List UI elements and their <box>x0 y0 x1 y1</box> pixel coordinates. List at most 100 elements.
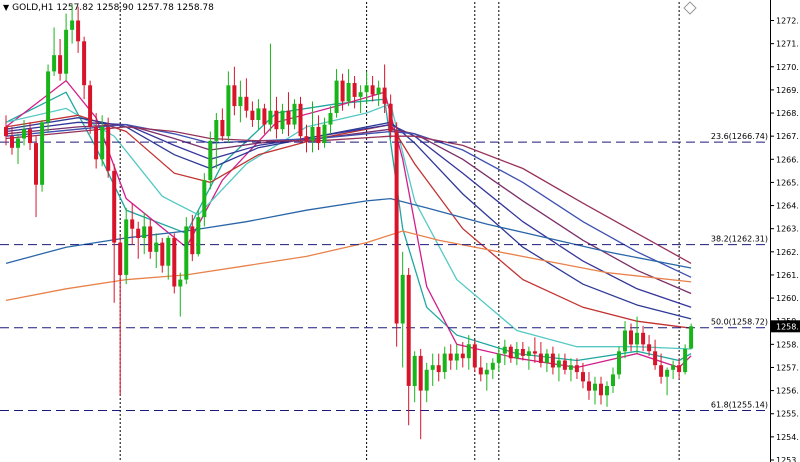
candle-body <box>172 237 177 287</box>
candle-body <box>448 353 453 361</box>
price-tick-label: 1271. <box>776 40 799 49</box>
candle-body <box>280 110 285 130</box>
candle-body <box>635 332 639 345</box>
candle-body <box>328 113 333 125</box>
fibonacci-level-label: 38.2(1262.31) <box>711 235 768 244</box>
candle-body <box>424 369 429 391</box>
price-tick-label: 1264. <box>776 202 799 211</box>
candle-body <box>124 219 129 275</box>
candle-body <box>587 381 591 391</box>
candle-body <box>502 346 507 354</box>
candle-body <box>382 87 387 104</box>
candle-body <box>148 226 153 252</box>
candle-body <box>340 80 345 102</box>
candle-body <box>460 353 465 359</box>
candle-body <box>677 365 682 373</box>
candle-body <box>106 126 111 171</box>
price-chart[interactable]: 23.6(1266.74) 38.2(1262.31) 50.0(1258.72) 6… <box>0 0 800 462</box>
candle-body <box>166 237 171 266</box>
candle-body <box>466 344 471 359</box>
candle-body <box>671 365 676 370</box>
candle-body <box>58 55 63 74</box>
candle-body <box>316 126 321 144</box>
candle-body <box>286 110 291 125</box>
price-tick-label: 1255. <box>776 410 799 419</box>
candle-body <box>40 122 45 185</box>
candle-body <box>472 344 477 368</box>
fibonacci-level-label: 61.8(1255.14) <box>711 400 768 409</box>
candle-body <box>394 131 399 324</box>
candle-body <box>442 353 447 373</box>
candle-body <box>76 20 81 42</box>
candle-body <box>220 120 225 137</box>
price-tick-label: 1253. <box>776 456 799 462</box>
candle-body <box>412 355 417 386</box>
candle-body <box>400 274 405 324</box>
candle-body <box>364 85 369 93</box>
candle-body <box>196 217 201 255</box>
candle-body <box>100 126 105 160</box>
price-tick-label: 1257. <box>776 363 799 372</box>
price-tick-label: 1261. <box>776 271 799 280</box>
price-tick-label: 1267. <box>776 132 799 141</box>
candle-body <box>46 71 51 123</box>
candle-body <box>623 330 627 352</box>
candle-body <box>683 349 688 373</box>
candle-body <box>430 365 435 370</box>
candle-body <box>593 383 597 391</box>
price-tick-label: 1256. <box>776 387 799 396</box>
candle-body <box>647 344 652 352</box>
moving-average-line <box>5 230 692 302</box>
candle-body <box>436 365 441 373</box>
candle-body <box>202 180 207 218</box>
candle-body <box>304 136 309 141</box>
candle-body <box>611 374 615 386</box>
price-tick-label: 1265. <box>776 178 799 187</box>
candle-body <box>581 372 585 382</box>
candle-body <box>617 351 621 375</box>
candle-body <box>376 87 381 95</box>
candle-body <box>226 85 231 137</box>
candle-body <box>232 85 237 107</box>
candle-body <box>562 360 567 370</box>
candle-body <box>544 353 549 363</box>
candle-body <box>659 365 664 377</box>
candle-body <box>64 29 69 74</box>
price-tick-label: 1260. <box>776 294 799 303</box>
candle-body <box>653 351 658 366</box>
candle-body <box>310 126 315 141</box>
candle-body <box>52 55 57 72</box>
price-tick-label: 1266. <box>776 155 799 164</box>
candle-body <box>532 351 537 354</box>
candle-body <box>514 349 519 359</box>
candle-body <box>88 85 93 127</box>
candle-body <box>142 226 147 238</box>
candle-body <box>256 108 261 120</box>
candle-body <box>250 110 255 120</box>
candle-body <box>184 226 189 280</box>
candle-body <box>238 96 243 107</box>
moving-average-line <box>5 197 692 269</box>
candles <box>4 4 694 440</box>
candle-body <box>520 349 525 356</box>
candle-body <box>82 41 87 86</box>
candle-body <box>70 20 75 30</box>
candle-body <box>526 351 531 356</box>
candle-body <box>94 126 99 160</box>
candle-body <box>490 362 495 370</box>
candle-body <box>550 353 555 368</box>
candle-body <box>160 242 165 266</box>
candle-body <box>346 83 351 102</box>
candle-body <box>406 274 411 386</box>
candle-body <box>689 326 694 349</box>
price-tick-label: 1268. <box>776 109 799 118</box>
candle-body <box>388 103 393 132</box>
candle-body <box>556 360 561 368</box>
chart-window: ▼ GOLD,H1 1257.82 1258.90 1257.78 1258.78… <box>0 0 800 462</box>
price-tick-label: 1254. <box>776 433 799 442</box>
candle-body <box>190 226 195 255</box>
candle-body <box>292 103 297 125</box>
fibonacci-level-label: 50.0(1258.72) <box>711 318 768 327</box>
candle-body <box>112 170 117 243</box>
candle-body <box>118 242 123 275</box>
